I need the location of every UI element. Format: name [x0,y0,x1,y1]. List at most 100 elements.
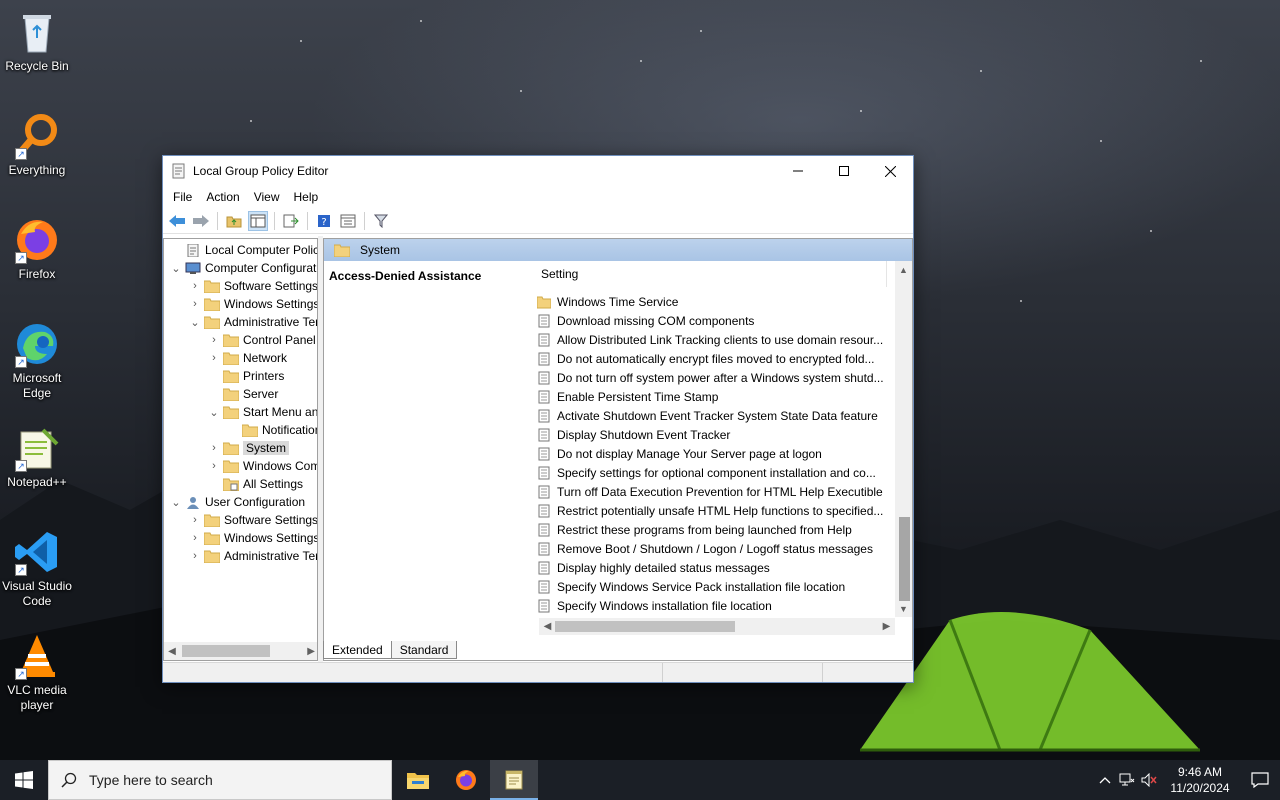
show-hide-tree-button[interactable] [248,210,268,231]
desktop-icon-vlc[interactable]: ↗ VLC media player [2,632,72,713]
filter-button[interactable] [371,211,391,231]
tree-item[interactable]: Printers [208,367,284,385]
desktop-icon-recycle-bin[interactable]: Recycle Bin [2,8,72,74]
setting-row[interactable]: Display highly detailed status messages [537,558,887,577]
minimize-button[interactable] [775,156,821,186]
setting-row[interactable]: Windows Time Service [537,292,887,311]
horizontal-scrollbar[interactable]: ◀ ▶ [539,618,895,635]
start-button[interactable] [0,760,48,800]
expand-chevron-down-icon[interactable]: ⌄ [208,406,220,419]
menu-help[interactable]: Help [287,190,326,204]
expand-chevron-right-icon[interactable]: › [189,298,201,310]
setting-row[interactable]: Do not automatically encrypt files moved… [537,349,887,368]
expand-chevron-right-icon[interactable]: › [189,550,201,562]
properties-button[interactable] [338,211,358,231]
expand-chevron-right-icon[interactable]: › [208,334,220,346]
setting-row[interactable]: Download missing COM components [537,311,887,330]
setting-row[interactable]: Remove Boot / Shutdown / Logon / Logoff … [537,539,887,558]
menu-view[interactable]: View [247,190,287,204]
filter-icon [374,214,388,228]
tree-item[interactable]: › Administrative Templates [189,547,317,565]
help-button[interactable]: ? [314,211,334,231]
scroll-left-arrow-icon[interactable]: ◀ [164,646,180,657]
up-folder-button[interactable] [224,211,244,231]
tree-item[interactable]: ⌄ Start Menu and Taskbar [208,403,317,421]
setting-row[interactable]: Restrict potentially unsafe HTML Help fu… [537,501,887,520]
tree-item[interactable]: All Settings [208,475,303,493]
expand-chevron-right-icon[interactable]: › [189,532,201,544]
tree-item[interactable]: › Windows Settings [189,529,317,547]
horizontal-scroll-thumb[interactable] [555,621,735,632]
expand-chevron-down-icon[interactable]: ⌄ [170,262,182,275]
setting-row[interactable]: Do not display Manage Your Server page a… [537,444,887,463]
tree-item[interactable]: › System [208,439,290,457]
volume-muted-icon[interactable] [1138,773,1160,787]
setting-row[interactable]: Do not turn off system power after a Win… [537,368,887,387]
tree-item[interactable]: Server [208,385,278,403]
column-header-setting[interactable]: Setting [527,261,887,287]
scroll-down-arrow-icon[interactable]: ▼ [895,600,912,617]
desktop-icon-notepadpp[interactable]: ↗ Notepad++ [2,424,72,490]
menu-file[interactable]: File [166,190,199,204]
tree-item[interactable]: › Software Settings [189,511,318,529]
tree-item[interactable]: › Control Panel [208,331,316,349]
tab-standard[interactable]: Standard [390,641,458,659]
tree-item[interactable]: Notifications [227,421,317,439]
tree-item[interactable]: Local Computer Policy [170,241,317,259]
taskbar-firefox[interactable] [442,760,490,800]
vertical-scroll-thumb[interactable] [899,517,910,601]
tree-item[interactable]: ⌄ Administrative Templates [189,313,317,331]
expand-chevron-down-icon[interactable]: ⌄ [170,496,182,509]
setting-row[interactable]: Activate Shutdown Event Tracker System S… [537,406,887,425]
action-center-button[interactable] [1240,772,1280,788]
setting-row[interactable]: Turn off Data Execution Prevention for H… [537,482,887,501]
tree-item[interactable]: › Software Settings [189,277,317,295]
desktop-icon-vscode[interactable]: ↗ Visual Studio Code [2,528,72,609]
taskbar-file-explorer[interactable] [394,760,442,800]
tree-item-label: Software Settings [224,513,318,527]
expand-chevron-right-icon[interactable]: › [208,460,220,472]
tree-item[interactable]: ⌄ User Configuration [170,493,305,511]
expand-chevron-down-icon[interactable]: ⌄ [189,316,201,329]
setting-row[interactable]: Specify Windows Service Pack installatio… [537,577,887,596]
folder-icon [204,316,220,329]
maximize-button[interactable] [821,156,867,186]
menu-action[interactable]: Action [199,190,246,204]
expand-chevron-right-icon[interactable]: › [208,442,220,454]
desktop-icon-firefox[interactable]: ↗ Firefox [2,216,72,282]
tab-extended[interactable]: Extended [323,641,392,659]
setting-row[interactable]: Display Shutdown Event Tracker [537,425,887,444]
export-list-button[interactable] [281,211,301,231]
vertical-scrollbar[interactable]: ▲ ▼ [895,261,912,617]
desktop-icon-edge[interactable]: ↗ Microsoft Edge [2,320,72,401]
desktop-icon-everything[interactable]: ↗ Everything [2,112,72,178]
taskbar-notepad[interactable] [490,760,538,800]
network-icon[interactable] [1116,773,1138,787]
scroll-up-arrow-icon[interactable]: ▲ [895,261,912,278]
tree-item[interactable]: › Windows Settings [189,295,317,313]
back-button[interactable] [167,211,187,231]
tree-horizontal-scrollbar[interactable]: ◀ ▶ [164,642,317,660]
forward-button[interactable] [191,211,211,231]
scroll-left-arrow-icon[interactable]: ◀ [539,618,556,635]
show-hidden-icons-chevron-icon[interactable] [1094,776,1116,784]
setting-row[interactable]: Specify Windows installation file locati… [537,596,887,615]
scroll-right-arrow-icon[interactable]: ▶ [307,646,315,657]
close-button[interactable] [867,156,913,186]
expand-chevron-right-icon[interactable]: › [208,352,220,364]
tree-item[interactable]: › Network [208,349,287,367]
scroll-right-arrow-icon[interactable]: ▶ [878,618,895,635]
setting-row[interactable]: Enable Persistent Time Stamp [537,387,887,406]
tree-item[interactable]: ⌄ Computer Configuration [170,259,317,277]
setting-row[interactable]: Specify settings for optional component … [537,463,887,482]
tree-horizontal-scroll-thumb[interactable] [182,645,270,657]
expand-chevron-right-icon[interactable]: › [189,280,201,292]
tree-item[interactable]: › Windows Components [208,457,317,475]
setting-row[interactable]: Restrict these programs from being launc… [537,520,887,539]
taskbar-clock[interactable]: 9:46 AM 11/20/2024 [1164,764,1236,796]
taskbar-search-box[interactable]: Type here to search [48,760,392,800]
setting-row[interactable]: Allow Distributed Link Tracking clients … [537,330,887,349]
window-titlebar[interactable]: Local Group Policy Editor [163,156,913,186]
expand-chevron-right-icon[interactable]: › [189,514,201,526]
toolbar-separator [217,211,218,230]
